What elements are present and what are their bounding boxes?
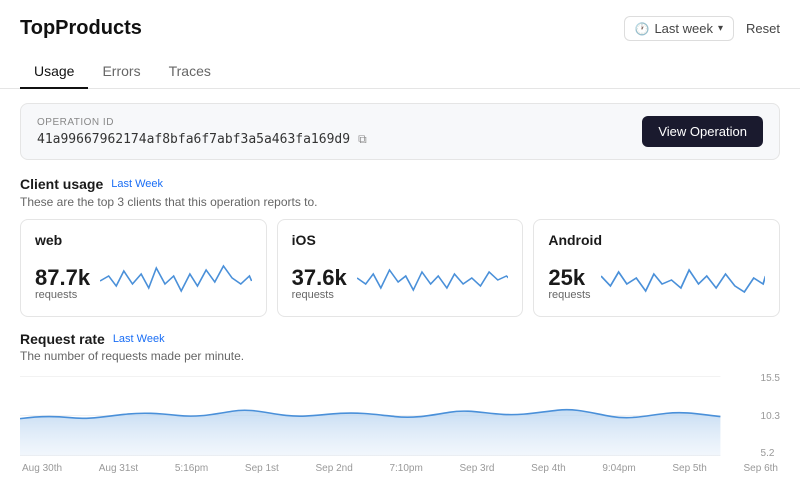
- operation-id-label: OPERATION ID: [37, 117, 367, 128]
- y-label-top: 15.5: [761, 373, 780, 384]
- chevron-down-icon: ▾: [718, 23, 723, 34]
- app-header: TopProducts 🕐 Last week ▾ Reset: [0, 0, 800, 41]
- clock-icon: 🕐: [635, 22, 650, 36]
- client-stats-ios: 37.6k requests: [292, 256, 509, 304]
- request-rate-title-text: Request rate: [20, 331, 105, 347]
- request-rate-section: Request rate Last Week The number of req…: [20, 331, 780, 474]
- time-selector[interactable]: 🕐 Last week ▾: [624, 16, 735, 41]
- client-number-ios: 37.6k requests: [292, 267, 347, 304]
- sparkline-web: [100, 256, 252, 304]
- client-name-web: web: [35, 232, 252, 248]
- x-label-9: 9:04pm: [602, 463, 635, 474]
- operation-id-box: OPERATION ID 41a99667962174af8bfa6f7abf3…: [20, 103, 780, 160]
- client-usage-badge: Last Week: [111, 178, 163, 190]
- operation-id-value: 41a99667962174af8bfa6f7abf3a5a463fa169d9…: [37, 132, 367, 147]
- client-card-ios: iOS 37.6k requests: [277, 219, 524, 317]
- x-label-3: 5:16pm: [175, 463, 208, 474]
- client-number-web: 87.7k requests: [35, 267, 90, 304]
- x-label-10: Sep 5th: [672, 463, 706, 474]
- client-card-web: web 87.7k requests: [20, 219, 267, 317]
- x-label-6: 7:10pm: [389, 463, 422, 474]
- sparkline-ios: [357, 256, 509, 304]
- chart-y-labels: 15.5 10.3 5.2: [761, 371, 780, 461]
- client-card-android: Android 25k requests: [533, 219, 780, 317]
- client-usage-title: Client usage Last Week: [20, 176, 780, 192]
- client-cards-container: web 87.7k requests iOS 37.6k requests: [20, 219, 780, 317]
- tab-traces[interactable]: Traces: [155, 55, 225, 89]
- x-label-8: Sep 4th: [531, 463, 565, 474]
- header-controls: 🕐 Last week ▾ Reset: [624, 16, 781, 41]
- x-label-4: Sep 1st: [245, 463, 279, 474]
- client-usage-title-text: Client usage: [20, 176, 103, 192]
- tab-usage[interactable]: Usage: [20, 55, 88, 89]
- client-number-android: 25k requests: [548, 267, 590, 304]
- x-label-1: Aug 30th: [22, 463, 62, 474]
- y-label-bot: 5.2: [761, 448, 780, 459]
- sparkline-android: [601, 256, 765, 304]
- x-label-2: Aug 31st: [99, 463, 138, 474]
- main-content: OPERATION ID 41a99667962174af8bfa6f7abf3…: [0, 89, 800, 488]
- x-label-7: Sep 3rd: [459, 463, 494, 474]
- operation-id-text: 41a99667962174af8bfa6f7abf3a5a463fa169d9: [37, 132, 350, 147]
- client-name-ios: iOS: [292, 232, 509, 248]
- client-stats-android: 25k requests: [548, 256, 765, 304]
- x-label-5: Sep 2nd: [316, 463, 353, 474]
- client-stats-web: 87.7k requests: [35, 256, 252, 304]
- client-usage-subtitle: These are the top 3 clients that this op…: [20, 195, 780, 209]
- time-selector-label: Last week: [654, 21, 713, 36]
- reset-button[interactable]: Reset: [746, 21, 780, 36]
- chart-svg: [20, 371, 780, 461]
- copy-icon[interactable]: ⧉: [358, 132, 367, 147]
- tab-errors[interactable]: Errors: [88, 55, 154, 89]
- request-rate-title: Request rate Last Week: [20, 331, 780, 347]
- chart-x-labels: Aug 30th Aug 31st 5:16pm Sep 1st Sep 2nd…: [20, 463, 780, 474]
- client-name-android: Android: [548, 232, 765, 248]
- request-rate-subtitle: The number of requests made per minute.: [20, 349, 780, 363]
- y-label-mid: 10.3: [761, 411, 780, 422]
- request-rate-chart: 15.5 10.3 5.2: [20, 371, 780, 461]
- operation-id-section: OPERATION ID 41a99667962174af8bfa6f7abf3…: [37, 117, 367, 147]
- x-label-11: Sep 6th: [744, 463, 778, 474]
- request-rate-badge: Last Week: [113, 333, 165, 345]
- app-title: TopProducts: [20, 17, 142, 40]
- tabs-bar: Usage Errors Traces: [0, 47, 800, 89]
- view-operation-button[interactable]: View Operation: [642, 116, 763, 147]
